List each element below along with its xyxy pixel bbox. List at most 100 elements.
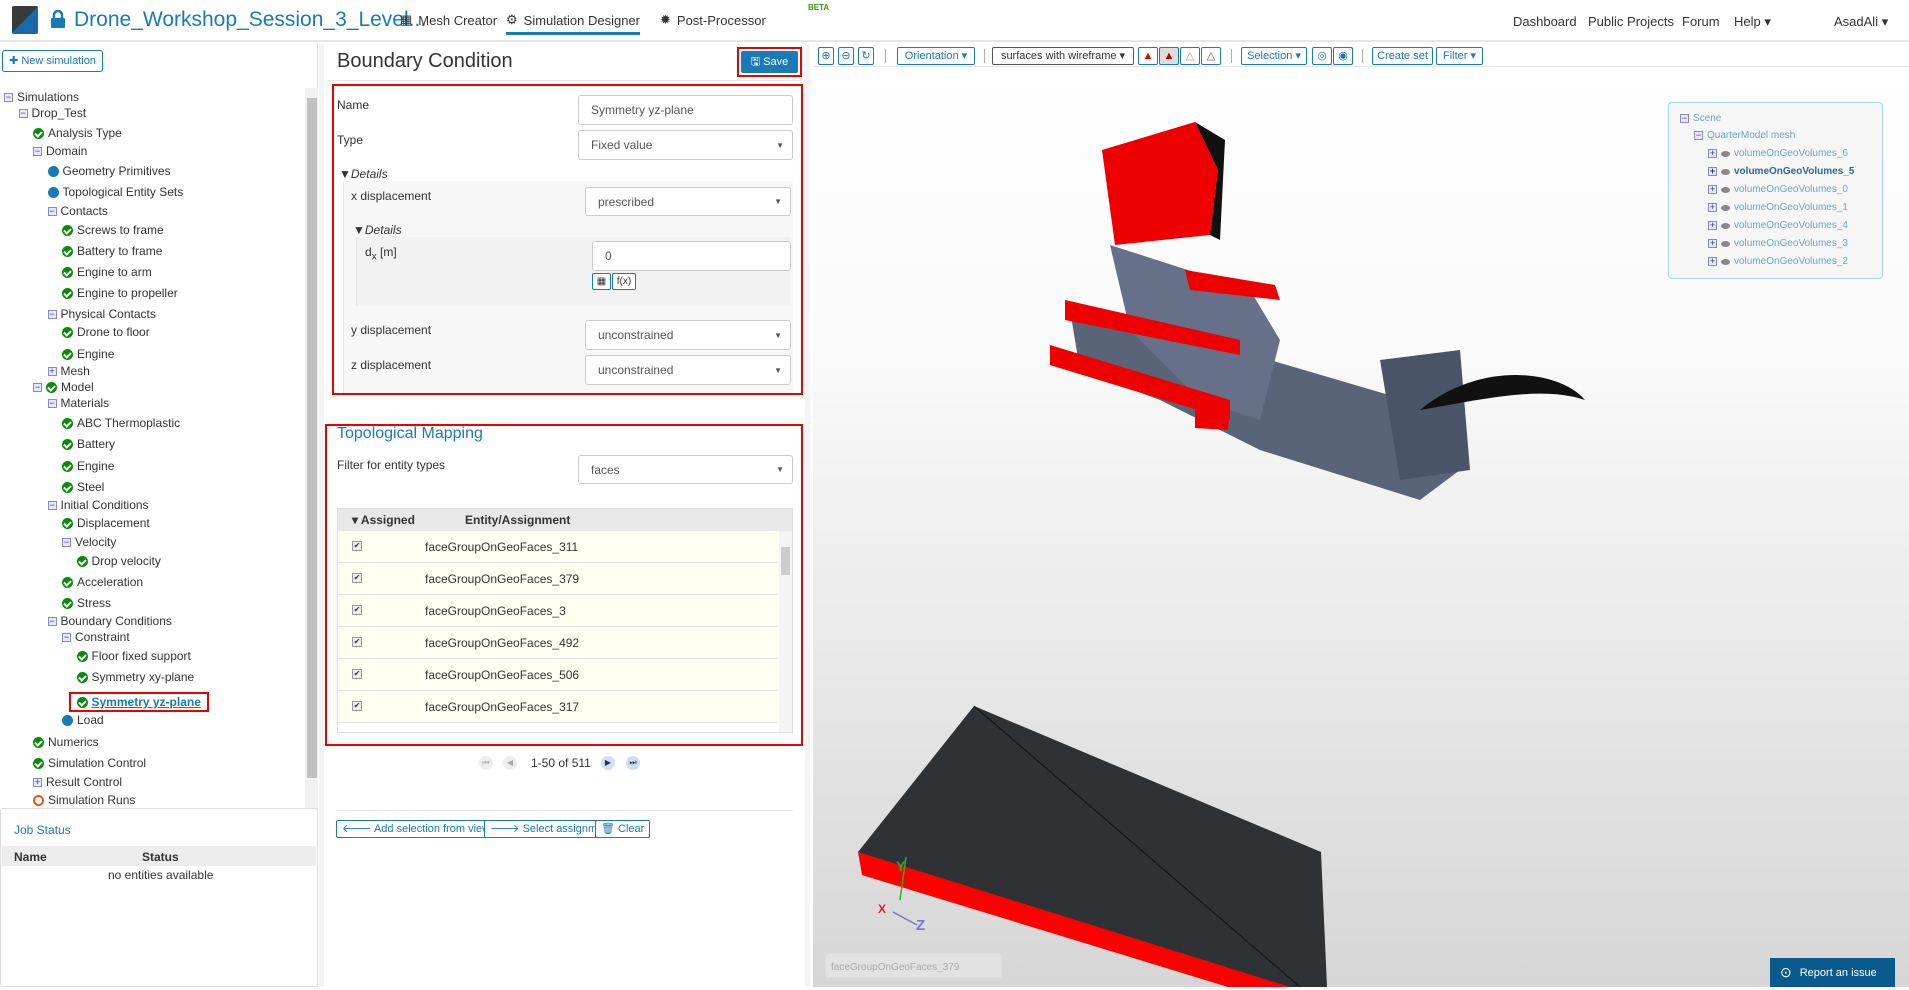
tree-item[interactable]: Engine to propeller [62,286,178,300]
expand-icon[interactable]: + [1708,167,1717,176]
tree-item[interactable]: Symmetry xy-plane [76,670,194,684]
tree-item[interactable]: Numerics [33,735,99,749]
tree-item[interactable]: Screws to frame [62,223,164,237]
name-input[interactable]: Symmetry yz-plane [578,95,793,125]
collapse-icon[interactable]: − [47,206,57,216]
nav-public-projects[interactable]: Public Projects [1588,14,1674,29]
surface-wireframe-mode-button[interactable]: ▲ [1159,47,1179,65]
edges-mode-button[interactable]: △ [1201,47,1221,65]
next-page-button[interactable]: ▶ [601,756,615,770]
tree-item[interactable]: ABC Thermoplastic [62,416,180,430]
hide-icon[interactable]: ◎ [1312,47,1332,65]
x-displacement-select[interactable]: prescribed ▼ [585,187,791,216]
scene-mesh[interactable]: − QuarterModel mesh [1694,130,1795,141]
assigned-checkbox[interactable]: ✔ [352,637,362,647]
clear-button[interactable]: 🗑 Clear [595,820,651,838]
assigned-checkbox[interactable]: ✔ [352,573,362,583]
assigned-checkbox[interactable]: ✔ [352,541,362,551]
collapse-icon[interactable]: − [33,382,42,392]
tab-post-processor[interactable]: ✹ Post-Processor [660,12,766,28]
table-row[interactable]: ✔ faceGroupOnGeoFaces_311 [338,531,778,563]
collapse-icon[interactable]: − [33,146,42,156]
expand-icon[interactable]: + [1708,221,1717,230]
tree-item[interactable]: − Initial Conditions [47,498,149,512]
collapse-icon[interactable]: − [47,309,57,319]
scene-volume-item[interactable]: + volumeOnGeoVolumes_0 [1708,184,1848,195]
tree-item[interactable]: − Contacts [47,204,108,218]
tree-item[interactable]: Displacement [62,516,150,530]
assigned-checkbox[interactable]: ✔ [352,605,362,615]
collapse-icon[interactable]: − [47,616,57,626]
tree-item[interactable]: Simulation Runs [33,793,135,807]
y-displacement-select[interactable]: unconstrained ▼ [585,320,791,350]
left-splitter[interactable] [319,44,324,987]
filter-dropdown[interactable]: Filter ▾ [1436,47,1483,65]
nav-help[interactable]: Help ▾ [1734,14,1771,30]
zoom-in-button[interactable]: ⊕ [818,47,834,65]
table-row[interactable]: ✔ faceGroupOnGeoFaces_3 [338,595,778,627]
expand-icon[interactable]: + [1708,257,1717,266]
tab-mesh-creator[interactable]: ▦ Mesh Creator [400,12,497,28]
collapse-icon[interactable]: − [47,500,57,510]
nav-dashboard[interactable]: Dashboard [1513,14,1577,29]
inner-details-toggle[interactable]: ▼Details [353,223,402,237]
expand-icon[interactable]: + [33,777,42,787]
first-page-button[interactable]: ⏮ [479,756,493,770]
collapse-icon[interactable]: − [4,92,13,102]
scene-volume-item[interactable]: + volumeOnGeoVolumes_2 [1708,256,1848,267]
tree-item[interactable]: Floor fixed support [76,649,191,663]
tree-item[interactable]: Load [62,713,104,727]
tree-item[interactable]: Geometry Primitives [47,164,171,178]
prev-page-button[interactable]: ◀ [503,756,517,770]
tree-item[interactable]: − Model [33,380,94,394]
tree-item[interactable]: Drop velocity [76,554,161,568]
table-scrollbar[interactable] [779,531,792,732]
show-icon[interactable]: ◉ [1333,47,1353,65]
table-row[interactable]: ✔ faceGroupOnGeoFaces_492 [338,627,778,659]
render-mode-select[interactable]: surfaces with wireframe ▾ [992,47,1134,65]
assigned-checkbox[interactable]: ✔ [352,701,362,711]
reset-view-button[interactable]: ↻ [858,47,874,65]
tree-item[interactable]: Battery [62,437,115,451]
eye-icon[interactable] [1721,150,1730,157]
tree-item[interactable]: − Physical Contacts [47,307,156,321]
function-input-button[interactable]: f(x) [612,273,636,290]
right-splitter[interactable] [805,44,810,987]
report-issue-button[interactable]: ⊙ Report an issue [1770,958,1895,987]
tree-item[interactable]: Engine [62,347,114,361]
wireframe-mode-button[interactable]: △ [1180,47,1200,65]
tab-simulation-designer[interactable]: ⚙ Simulation Designer [506,12,640,35]
tree-item[interactable]: Symmetry yz-plane [68,692,209,712]
tree-item[interactable]: − Constraint [62,630,130,644]
collapse-icon[interactable]: − [47,398,57,408]
table-scrollbar-thumb[interactable] [781,547,790,575]
collapse-icon[interactable]: − [62,632,71,642]
table-row[interactable]: ✔ faceGroupOnGeoFaces_506 [338,659,778,691]
expand-icon[interactable]: + [1708,185,1717,194]
scene-volume-item[interactable]: + volumeOnGeoVolumes_5 [1708,166,1854,177]
scene-root[interactable]: − Scene [1680,113,1721,124]
entity-type-filter[interactable]: faces ▼ [578,455,793,484]
selection-dropdown[interactable]: Selection ▾ [1241,47,1307,65]
add-selection-button[interactable]: 🡐 Add selection from viewer [336,820,506,838]
zoom-out-button[interactable]: ⊖ [838,47,854,65]
tree-item[interactable]: − Materials [47,396,109,410]
eye-icon[interactable] [1721,204,1730,211]
save-button[interactable]: 🖫 Save [741,51,798,73]
tree-item[interactable]: Drone to floor [62,325,150,339]
tree-item[interactable]: + Mesh [47,364,90,378]
dx-input[interactable]: 0 [592,241,791,271]
expand-icon[interactable]: + [1708,149,1717,158]
orientation-dropdown[interactable]: Orientation ▾ [897,47,975,65]
project-title[interactable]: Drone_Workshop_Session_3_Level... [74,8,426,32]
tree-item[interactable]: + Result Control [33,775,122,789]
z-displacement-select[interactable]: unconstrained ▼ [585,355,791,385]
eye-icon[interactable] [1721,258,1730,265]
tree-item[interactable]: Stress [62,596,111,610]
assigned-checkbox[interactable]: ✔ [352,669,362,679]
tree-item[interactable]: Topological Entity Sets [47,185,183,199]
eye-icon[interactable] [1721,186,1730,193]
details-toggle[interactable]: ▼Details [339,167,388,181]
last-page-button[interactable]: ⏭ [626,756,640,770]
new-simulation-button[interactable]: ✚ New simulation [2,50,103,72]
